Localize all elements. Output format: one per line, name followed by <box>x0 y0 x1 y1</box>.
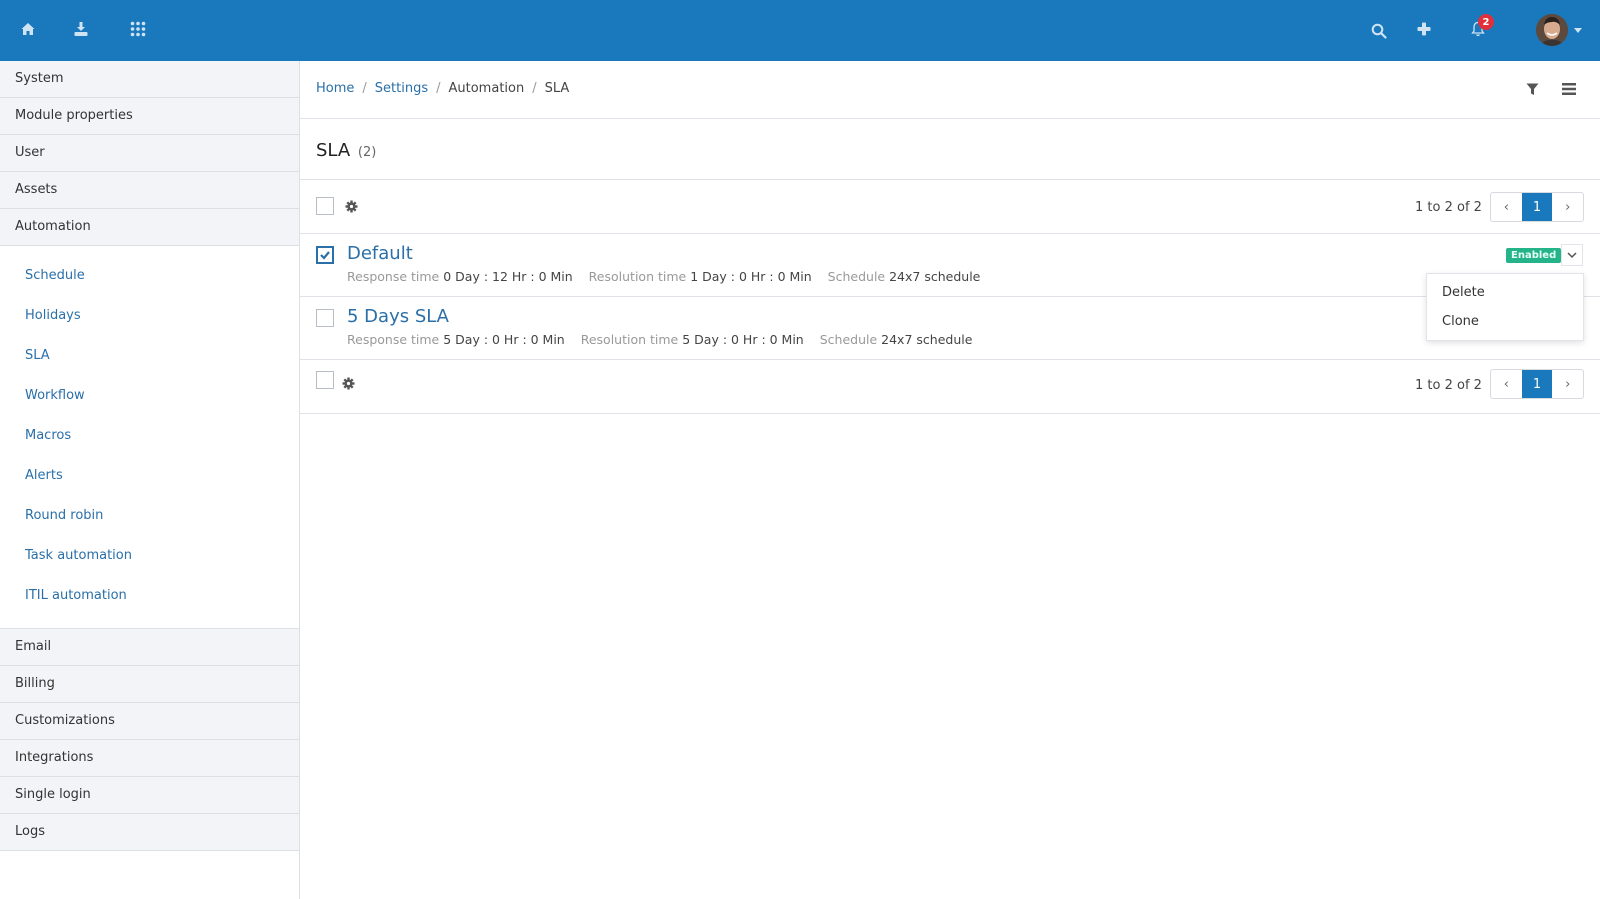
breadcrumb-current: SLA <box>544 81 570 96</box>
resolution-time-value: 1 Day : 0 Hr : 0 Min <box>690 269 812 284</box>
sla-name-link[interactable]: 5 Days SLA <box>347 306 449 327</box>
pagination-prev-button[interactable]: ‹ <box>1491 193 1522 221</box>
menu-item-clone[interactable]: Clone <box>1427 307 1583 336</box>
page-header: SLA (2) <box>300 119 1600 180</box>
resolution-time-label: Resolution time <box>580 332 679 347</box>
submenu-item-task-automation[interactable]: Task automation <box>0 536 299 576</box>
breadcrumb-separator: / <box>436 81 441 96</box>
resolution-time-value: 5 Day : 0 Hr : 0 Min <box>682 332 804 347</box>
user-avatar[interactable] <box>1536 14 1568 46</box>
submenu-item-sla[interactable]: SLA <box>0 336 299 376</box>
breadcrumb-bar: Home / Settings / Automation / SLA <box>300 61 1600 119</box>
plus-icon[interactable] <box>1412 17 1436 41</box>
submenu-item-itil-automation[interactable]: ITIL automation <box>0 576 299 616</box>
pagination-range: 1 to 2 of 2 <box>1415 200 1482 215</box>
pagination-page-1[interactable]: 1 <box>1521 370 1553 398</box>
schedule-label: Schedule <box>819 332 878 347</box>
sidebar-item-automation[interactable]: Automation <box>0 209 299 246</box>
breadcrumb-settings[interactable]: Settings <box>375 81 428 96</box>
submenu-item-holidays[interactable]: Holidays <box>0 296 299 336</box>
pagination-next-button[interactable]: › <box>1552 370 1583 398</box>
page-title-text: SLA <box>316 140 351 161</box>
main-content: Home / Settings / Automation / SLA SLA (2) 1 t… <box>300 61 1600 899</box>
response-time-value: 0 Day : 12 Hr : 0 Min <box>443 269 573 284</box>
sidebar-item-integrations[interactable]: Integrations <box>0 740 299 777</box>
sidebar-item-assets[interactable]: Assets <box>0 172 299 209</box>
row-checkbox[interactable] <box>316 309 334 327</box>
pagination-range: 1 to 2 of 2 <box>1415 378 1482 393</box>
sidebar-item-email[interactable]: Email <box>0 629 299 666</box>
submenu-item-macros[interactable]: Macros <box>0 416 299 456</box>
list-toolbar-top: 1 to 2 of 2 ‹ 1 › <box>300 180 1600 234</box>
submenu-item-schedule[interactable]: Schedule <box>0 256 299 296</box>
sla-details: Response time 0 Day : 12 Hr : 0 Min Reso… <box>347 269 992 284</box>
schedule-label: Schedule <box>827 269 886 284</box>
sidebar-item-customizations[interactable]: Customizations <box>0 703 299 740</box>
pagination-page-1[interactable]: 1 <box>1521 193 1553 221</box>
settings-sidebar: System Module properties User Assets Aut… <box>0 61 300 899</box>
response-time-label: Response time <box>347 269 440 284</box>
apps-grid-icon[interactable] <box>126 17 150 41</box>
home-icon[interactable] <box>16 17 40 41</box>
search-icon[interactable] <box>1367 19 1391 43</box>
row-actions-dropdown[interactable] <box>1561 244 1583 266</box>
status-badge: Enabled <box>1506 248 1562 263</box>
chevron-down-icon <box>1567 251 1577 258</box>
gear-icon[interactable] <box>345 200 358 217</box>
sla-details: Response time 5 Day : 0 Hr : 0 Min Resol… <box>347 332 984 347</box>
menu-list-icon[interactable] <box>1562 83 1576 99</box>
breadcrumb-separator: / <box>532 81 537 96</box>
sla-name-link[interactable]: Default <box>347 243 413 264</box>
row-checkbox[interactable] <box>316 246 334 264</box>
schedule-value: 24x7 schedule <box>881 332 973 347</box>
sidebar-item-logs[interactable]: Logs <box>0 814 299 851</box>
gear-icon[interactable] <box>342 377 355 394</box>
response-time-value: 5 Day : 0 Hr : 0 Min <box>443 332 565 347</box>
breadcrumb-separator: / <box>362 81 367 96</box>
top-navbar: 2 <box>0 0 1600 61</box>
menu-item-delete[interactable]: Delete <box>1427 278 1583 307</box>
sidebar-item-system[interactable]: System <box>0 61 299 98</box>
pagination: ‹ 1 › <box>1490 192 1584 222</box>
pagination-next-button[interactable]: › <box>1552 193 1583 221</box>
breadcrumb-automation: Automation <box>448 81 525 96</box>
response-time-label: Response time <box>347 332 440 347</box>
page-title: SLA (2) <box>316 140 376 161</box>
submenu-item-round-robin[interactable]: Round robin <box>0 496 299 536</box>
submenu-item-workflow[interactable]: Workflow <box>0 376 299 416</box>
filter-icon[interactable] <box>1526 83 1539 100</box>
automation-submenu: Schedule Holidays SLA Workflow Macros Al… <box>0 246 299 629</box>
select-all-checkbox[interactable] <box>316 197 334 215</box>
breadcrumb-home[interactable]: Home <box>316 81 354 96</box>
resolution-time-label: Resolution time <box>588 269 687 284</box>
pagination-prev-button[interactable]: ‹ <box>1491 370 1522 398</box>
sidebar-item-module-properties[interactable]: Module properties <box>0 98 299 135</box>
pagination: ‹ 1 › <box>1490 369 1584 399</box>
page-title-count: (2) <box>357 145 377 160</box>
select-all-checkbox[interactable] <box>316 371 334 389</box>
notification-badge: 2 <box>1478 14 1494 30</box>
user-menu-caret-icon[interactable] <box>1574 28 1582 33</box>
submenu-item-alerts[interactable]: Alerts <box>0 456 299 496</box>
row-actions-menu: Delete Clone <box>1426 273 1584 341</box>
schedule-value: 24x7 schedule <box>889 269 981 284</box>
list-toolbar-bottom: 1 to 2 of 2 ‹ 1 › <box>300 360 1600 414</box>
breadcrumb: Home / Settings / Automation / SLA <box>316 81 569 96</box>
sidebar-item-billing[interactable]: Billing <box>0 666 299 703</box>
sidebar-item-user[interactable]: User <box>0 135 299 172</box>
sla-row: Default Response time 0 Day : 12 Hr : 0 … <box>300 234 1600 297</box>
sla-row: 5 Days SLA Response time 5 Day : 0 Hr : … <box>300 297 1600 360</box>
download-icon[interactable] <box>69 17 93 41</box>
sidebar-item-single-login[interactable]: Single login <box>0 777 299 814</box>
